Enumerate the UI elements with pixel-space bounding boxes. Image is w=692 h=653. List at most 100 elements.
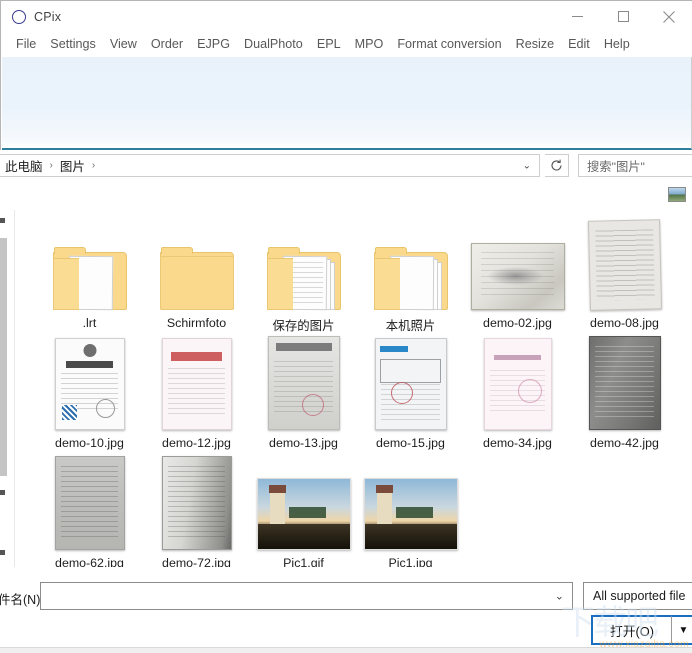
thumbnail xyxy=(464,216,571,310)
dialog-toolbar-row xyxy=(0,182,692,211)
breadcrumb-item-this-pc[interactable]: 此电脑 xyxy=(3,156,45,175)
dialog-navigation-row: 此电脑 › 图片 › ⌄ 搜索"图片" xyxy=(0,150,692,182)
thumbnail xyxy=(143,336,250,430)
dialog-footer: 件名(N): ⌄ All supported file 打开(O) ▼ xyxy=(0,567,692,653)
close-button[interactable] xyxy=(646,1,692,32)
refresh-button[interactable] xyxy=(545,154,569,177)
list-item-label: demo-42.jpg xyxy=(590,436,659,450)
menu-item-file[interactable]: File xyxy=(9,35,43,53)
list-item-label: demo-13.jpg xyxy=(269,436,338,450)
menu-item-view[interactable]: View xyxy=(103,35,144,53)
menu-item-order[interactable]: Order xyxy=(144,35,190,53)
status-strip xyxy=(0,647,692,653)
scroll-tick xyxy=(0,218,5,223)
thumbnail xyxy=(678,336,692,430)
list-item[interactable]: demo-08.jpg xyxy=(571,216,678,330)
list-item[interactable]: demo-02.jpg xyxy=(464,216,571,330)
breadcrumb-item-pictures[interactable]: 图片 xyxy=(58,156,87,175)
breadcrumb-separator-2: › xyxy=(91,160,96,171)
circle-outline-icon xyxy=(12,9,26,24)
list-item[interactable]: demo-10.jpg xyxy=(36,336,143,450)
menu-item-edit[interactable]: Edit xyxy=(561,35,597,53)
list-item[interactable]: Pic1.gif xyxy=(250,456,357,568)
list-item-label: .lrt xyxy=(82,316,97,330)
list-item-label: demo-15.jpg xyxy=(376,436,445,450)
list-item-label: 本机照片 xyxy=(385,319,436,333)
thumbnail xyxy=(357,336,464,430)
search-input[interactable]: 搜索"图片" xyxy=(578,154,692,177)
list-item[interactable]: demo-62.jpg xyxy=(36,456,143,568)
menu-item-ejpg[interactable]: EJPG xyxy=(190,35,237,53)
list-item[interactable]: demo-12.jpg xyxy=(143,336,250,450)
chevron-down-icon[interactable]: ⌄ xyxy=(555,590,564,603)
title-bar: CPix xyxy=(1,1,692,32)
menu-item-settings[interactable]: Settings xyxy=(43,35,103,53)
menu-item-dualphoto[interactable]: DualPhoto xyxy=(237,35,310,53)
thumbnail xyxy=(357,456,464,550)
menu-bar: File Settings View Order EJPG DualPhoto … xyxy=(1,32,692,56)
list-item[interactable]: de xyxy=(678,216,692,330)
menu-item-help[interactable]: Help xyxy=(597,35,637,53)
list-item-label: Schirmfoto xyxy=(166,316,227,330)
list-item[interactable]: Schirmfoto xyxy=(143,216,250,330)
filename-label: 件名(N): xyxy=(0,593,44,607)
open-file-dialog: 此电脑 › 图片 › ⌄ 搜索"图片" .lrt Schirmfoto 保存的图… xyxy=(0,150,692,653)
list-item-label: demo-10.jpg xyxy=(55,436,124,450)
open-button[interactable]: 打开(O) xyxy=(591,615,673,645)
minimize-button[interactable] xyxy=(554,1,600,32)
thumbnail xyxy=(36,216,143,311)
file-type-filter-combobox[interactable]: All supported file xyxy=(583,582,692,610)
list-item-label: demo-12.jpg xyxy=(162,436,231,450)
refresh-icon xyxy=(551,159,562,171)
thumbnail-grid: .lrt Schirmfoto 保存的图片 本机照片 demo-02.jpg d… xyxy=(14,210,692,568)
list-item[interactable]: demo-15.jpg xyxy=(357,336,464,450)
list-item-label: de xyxy=(678,316,692,330)
menu-item-mpo[interactable]: MPO xyxy=(348,35,391,53)
filename-input[interactable]: ⌄ xyxy=(40,582,573,610)
list-item[interactable]: 本机照片 xyxy=(357,216,464,334)
list-item[interactable]: 保存的图片 xyxy=(250,216,357,334)
breadcrumb-separator-1: › xyxy=(49,160,53,171)
menu-item-resize[interactable]: Resize xyxy=(509,35,562,53)
scroll-tick xyxy=(0,550,5,555)
cpix-application-window: CPix File Settings View Order EJPG DualP… xyxy=(0,0,692,150)
chevron-down-icon[interactable]: ⌄ xyxy=(523,160,531,171)
list-item[interactable]: demo-34.jpg xyxy=(464,336,571,450)
thumbnail xyxy=(571,336,678,430)
list-item-label: de xyxy=(678,436,692,450)
list-item-label: 保存的图片 xyxy=(272,319,335,333)
search-placeholder-text: 搜索"图片" xyxy=(587,159,645,174)
list-item[interactable]: .lrt xyxy=(36,216,143,330)
list-item-label: demo-34.jpg xyxy=(483,436,552,450)
menu-item-epl[interactable]: EPL xyxy=(310,35,348,53)
thumbnail xyxy=(250,216,357,311)
thumbnail xyxy=(357,216,464,311)
screenshot-root: CPix File Settings View Order EJPG DualP… xyxy=(0,0,692,653)
thumbnail xyxy=(571,216,678,311)
list-item[interactable]: demo-13.jpg xyxy=(250,336,357,450)
picture-view-icon[interactable] xyxy=(668,187,686,202)
app-title: CPix xyxy=(34,9,62,24)
scroll-tick xyxy=(0,490,5,495)
thumbnail xyxy=(678,216,692,310)
vertical-scrollbar[interactable] xyxy=(0,210,15,568)
list-item-label: demo-08.jpg xyxy=(590,316,659,330)
list-item[interactable]: Pic1.jpg xyxy=(357,456,464,568)
image-workspace-canvas xyxy=(2,57,692,150)
scrollbar-thumb[interactable] xyxy=(0,238,7,476)
file-list-content-area: .lrt Schirmfoto 保存的图片 本机照片 demo-02.jpg d… xyxy=(0,210,692,568)
thumbnail xyxy=(250,456,357,550)
maximize-button[interactable] xyxy=(600,1,646,32)
thumbnail xyxy=(143,456,250,550)
list-item[interactable]: de xyxy=(678,336,692,450)
menu-item-format-conversion[interactable]: Format conversion xyxy=(390,35,508,53)
thumbnail xyxy=(36,456,143,550)
open-dropdown-button[interactable]: ▼ xyxy=(671,615,692,645)
list-item[interactable]: demo-72.jpg xyxy=(143,456,250,568)
thumbnail xyxy=(143,216,250,310)
folder-icon xyxy=(373,246,448,311)
window-controls xyxy=(554,1,692,32)
address-breadcrumb-bar[interactable]: 此电脑 › 图片 › ⌄ xyxy=(0,154,540,177)
folder-icon xyxy=(159,246,234,310)
list-item[interactable]: demo-42.jpg xyxy=(571,336,678,450)
